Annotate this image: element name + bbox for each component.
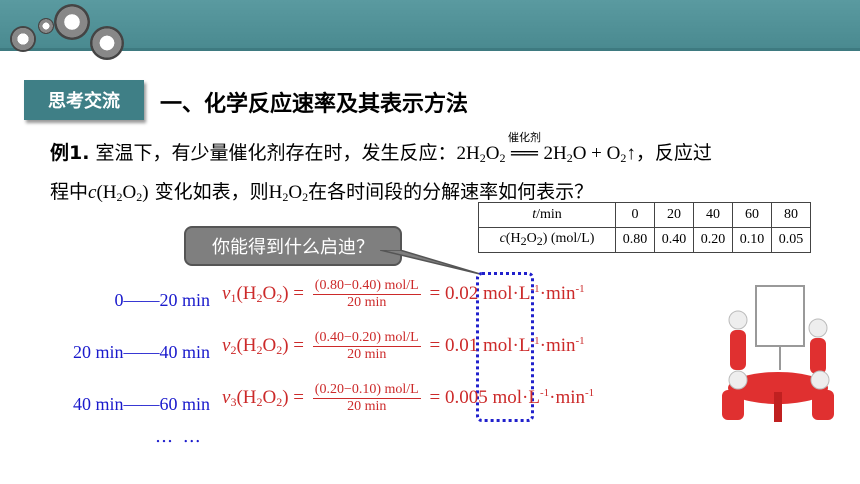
fraction: (0.40−0.20) mol/L 20 min	[312, 330, 421, 363]
concentration-table: t/min 0 20 40 60 80 c(H2O2) (mol/L) 0.80…	[478, 202, 811, 253]
example-text: 程中	[50, 181, 89, 203]
table-cell: 0.05	[771, 227, 811, 253]
meeting-illustration-icon	[722, 285, 834, 422]
table-cell: 0	[615, 202, 655, 228]
table-cell: 0.40	[654, 227, 694, 253]
ring-decoration-icon	[38, 18, 54, 34]
table-cell: 0.10	[732, 227, 772, 253]
table-cell: 20	[654, 202, 694, 228]
hint-bubble: 你能得到什么启迪？	[184, 226, 402, 266]
table-cell: 0.80	[615, 227, 655, 253]
example-text: 变化如表，则	[148, 181, 269, 203]
fraction: (0.80−0.40) mol/L 20 min	[312, 278, 421, 311]
table-cell: t/min	[478, 202, 616, 228]
rate-result: = 0.02 mol·L	[429, 282, 531, 304]
rate-result: = 0.005 mol·L	[429, 386, 540, 408]
time-interval: 20 min——40 min	[72, 342, 210, 362]
table-row: t/min 0 20 40 60 80	[478, 202, 811, 228]
subscript: 1	[230, 290, 237, 305]
example-text: 在各时间段的分解速率如何表示？	[308, 181, 594, 203]
concentration-symbol: c(H2O2)	[88, 182, 149, 204]
section-tag: 思考交流	[24, 80, 144, 120]
reaction-equation: 2H2O2 催化剂 ══ 2H2O + O2↑	[456, 131, 636, 165]
denominator: 20 min	[347, 295, 387, 310]
numerator: (0.20−0.10) mol/L	[312, 382, 421, 399]
subscript: 3	[230, 394, 237, 409]
table-cell: 60	[732, 202, 772, 228]
table-cell: c(H2O2) (mol/L)	[478, 227, 616, 253]
table-cell: 40	[693, 202, 733, 228]
numerator: (0.40−0.20) mol/L	[312, 330, 421, 347]
subscript: 2	[230, 342, 237, 357]
denominator: 20 min	[347, 399, 387, 414]
table-row: c(H2O2) (mol/L) 0.80 0.40 0.20 0.10 0.05	[478, 227, 811, 253]
ring-decoration-icon	[10, 26, 36, 52]
rate-result: = 0.01 mol·L	[429, 334, 531, 356]
fraction: (0.20−0.10) mol/L 20 min	[312, 382, 421, 415]
example-line-2: 程中c(H2O2) 变化如表，则H2O2在各时间段的分解速率如何表示？	[50, 177, 593, 205]
time-interval: 0——20 min	[114, 290, 210, 310]
rate-equation: v3(H2O2) = (0.20−0.10) mol/L 20 min = 0.0…	[222, 382, 595, 415]
catalyst-label: 催化剂	[507, 131, 541, 144]
continuation-dots: … …	[155, 426, 203, 447]
rate-equation: v1(H2O2) = (0.80−0.40) mol/L 20 min = 0.0…	[222, 278, 585, 311]
example-label: 例1.	[50, 142, 90, 164]
example-text: ，反应过	[635, 142, 712, 164]
table-cell: 80	[771, 202, 811, 228]
time-interval: 40 min——60 min	[72, 394, 210, 414]
table-cell: 0.20	[693, 227, 733, 253]
ring-decoration-icon	[54, 4, 90, 40]
h2o2-symbol: H2O2	[268, 182, 309, 204]
page-title: 一、化学反应速率及其表示方法	[160, 92, 469, 117]
numerator: (0.80−0.40) mol/L	[312, 278, 421, 295]
example-line-1: 例1. 室温下，有少量催化剂存在时，发生反应：2H2O2 催化剂 ══ 2H2O + …	[50, 131, 712, 166]
example-text: 室温下，有少量催化剂存在时，发生反应：	[89, 142, 457, 164]
header-bar	[0, 0, 860, 60]
bubble-pointer	[380, 250, 481, 275]
denominator: 20 min	[347, 347, 387, 362]
ring-decoration-icon	[90, 26, 124, 60]
rate-equation: v2(H2O2) = (0.40−0.20) mol/L 20 min = 0.0…	[222, 330, 585, 363]
